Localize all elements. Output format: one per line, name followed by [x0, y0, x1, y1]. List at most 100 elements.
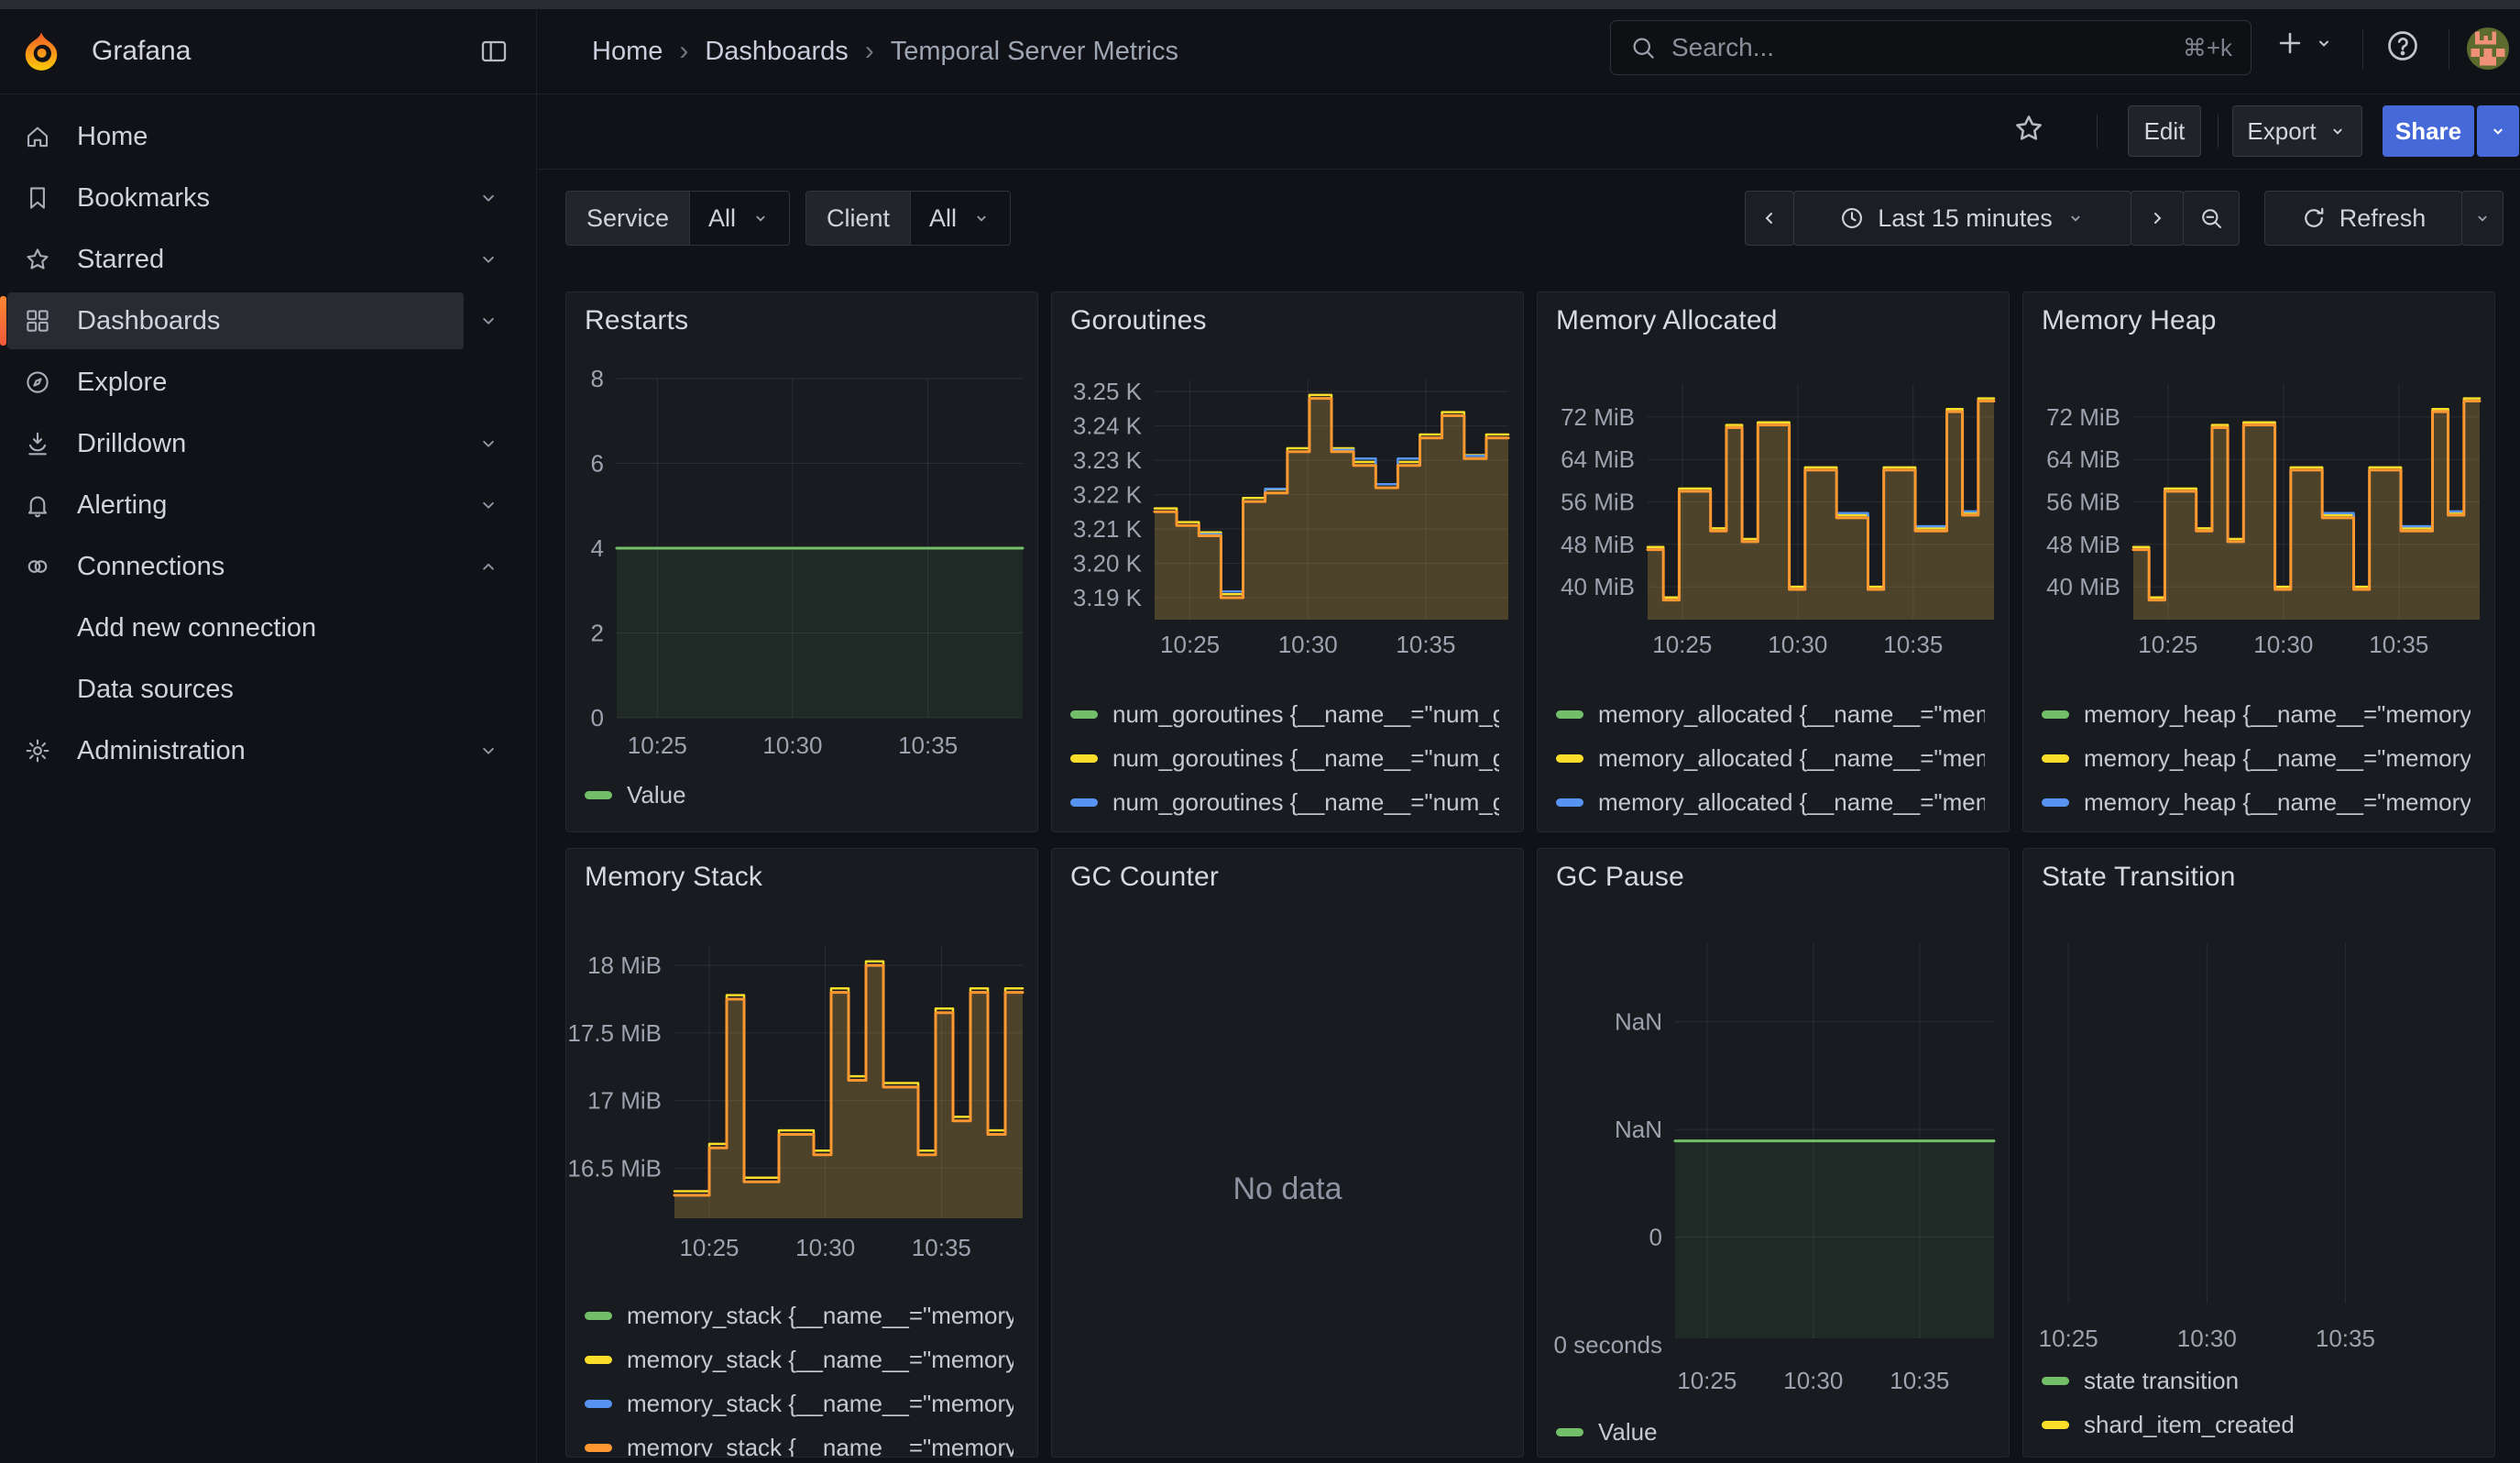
sidebar-item-explore[interactable]: Explore — [7, 354, 513, 411]
breadcrumb-home[interactable]: Home — [592, 37, 663, 67]
new-menu-button[interactable] — [2274, 28, 2335, 59]
legend-item[interactable]: num_goroutines {__name__="num_goroutines… — [1070, 692, 1499, 736]
legend-series-label: shard_item_created — [2084, 1411, 2295, 1439]
breadcrumb: Home › Dashboards › Temporal Server Metr… — [592, 9, 1178, 94]
sidebar-item-add-new-connection[interactable]: Add new connection — [7, 600, 513, 656]
sidebar-item-starred[interactable]: Starred — [7, 231, 513, 288]
favorite-star-icon[interactable] — [2012, 112, 2045, 145]
panel-title[interactable]: GC Counter — [1070, 862, 1219, 893]
legend-item[interactable]: memory_allocated {__name__="memory_alloc… — [1556, 780, 1985, 824]
legend-item[interactable]: memory_allocated {__name__="memory_alloc… — [1556, 736, 1985, 780]
legend-item[interactable]: memory_heap {__name__="memory_heap", se — [2042, 736, 2471, 780]
sidebar-item-drilldown[interactable]: Drilldown — [7, 415, 513, 472]
legend-item[interactable]: memory_stack {__name__="memory_stack", s — [585, 1425, 1013, 1457]
brand-title: Grafana — [92, 36, 191, 67]
sidebar-link[interactable]: Administration — [7, 722, 464, 779]
sidebar-item-connections[interactable]: Connections — [7, 538, 513, 595]
search-input[interactable]: Search... ⌘+k — [1610, 20, 2252, 75]
chevron-down-icon[interactable] — [464, 170, 513, 226]
legend-series-marker — [585, 1312, 612, 1320]
sidebar-item-dashboards[interactable]: Dashboards — [7, 292, 513, 349]
sidebar-divider — [536, 9, 537, 1463]
zoom-out-button[interactable] — [2183, 191, 2240, 246]
sidebar-item-label: Bookmarks — [77, 183, 210, 214]
legend-item[interactable]: memory_heap {__name__="memory_heap", se — [2042, 780, 2471, 824]
brand-area: Grafana — [0, 9, 536, 94]
client-filter-value[interactable]: All — [910, 192, 1010, 245]
service-filter[interactable]: Service All — [565, 191, 790, 246]
restarts-chart[interactable]: 8642010:2510:3010:35 — [566, 292, 1038, 832]
svg-text:17.5 MiB: 17.5 MiB — [567, 1019, 662, 1047]
chevron-down-icon[interactable] — [464, 415, 513, 472]
export-button[interactable]: Export — [2232, 105, 2362, 157]
chevron-down-icon[interactable] — [464, 231, 513, 288]
breadcrumb-dashboards[interactable]: Dashboards — [705, 37, 848, 67]
user-avatar[interactable] — [2467, 28, 2509, 70]
chevron-down-icon[interactable] — [464, 477, 513, 534]
share-button[interactable]: Share — [2383, 105, 2474, 157]
client-filter[interactable]: Client All — [805, 191, 1011, 246]
svg-text:10:25: 10:25 — [1160, 631, 1220, 658]
grid-icon — [24, 307, 51, 335]
svg-text:6: 6 — [591, 450, 604, 478]
service-filter-value[interactable]: All — [689, 192, 789, 245]
legend-item[interactable]: num_goroutines {__name__="num_goroutines… — [1070, 780, 1499, 824]
sidebar-item-bookmarks[interactable]: Bookmarks — [7, 170, 513, 226]
svg-text:3.23 K: 3.23 K — [1073, 446, 1143, 474]
sidebar-link[interactable]: Add new connection — [7, 600, 513, 656]
sidebar-item-home[interactable]: Home — [7, 108, 513, 165]
edit-button[interactable]: Edit — [2128, 105, 2201, 157]
panel-gc-pause: GC PauseNaNNaN00 seconds10:2510:3010:35V… — [1537, 848, 2010, 1458]
legend-item[interactable]: state transition — [2042, 1358, 2471, 1402]
legend-item[interactable]: memory_heap {__name__="memory_heap", se — [2042, 692, 2471, 736]
sidebar-link[interactable]: Explore — [7, 354, 513, 411]
share-menu-button[interactable] — [2477, 105, 2519, 157]
time-range-picker[interactable]: Last 15 minutes — [1793, 191, 2131, 246]
breadcrumb-separator: › — [865, 36, 874, 67]
sidebar-link[interactable]: Alerting — [7, 477, 464, 534]
refresh-interval-button[interactable] — [2461, 191, 2504, 246]
legend-item[interactable]: memory_stack {__name__="memory_stack", s — [585, 1337, 1013, 1381]
divider — [2218, 115, 2219, 148]
dock-menu-icon[interactable] — [478, 37, 509, 66]
sidebar-item-label: Alerting — [77, 490, 167, 521]
time-shift-back-button[interactable] — [1745, 191, 1794, 246]
legend-item[interactable]: Value — [585, 773, 1013, 817]
sidebar-link[interactable]: Data sources — [7, 661, 513, 718]
sidebar-item-data-sources[interactable]: Data sources — [7, 661, 513, 718]
sidebar-link[interactable]: Bookmarks — [7, 170, 464, 226]
zoom-out-icon — [2198, 205, 2224, 231]
gc-pause-chart[interactable]: NaNNaN00 seconds10:2510:3010:35 — [1538, 849, 2010, 1458]
legend-series-label: memory_heap {__name__="memory_heap", se — [2084, 700, 2471, 729]
sidebar-link[interactable]: Connections — [7, 538, 464, 595]
svg-text:64 MiB: 64 MiB — [2046, 446, 2120, 473]
legend-item[interactable]: shard_item_created — [2042, 1402, 2471, 1446]
svg-text:10:30: 10:30 — [1278, 631, 1338, 658]
sidebar-item-administration[interactable]: Administration — [7, 722, 513, 779]
legend-item[interactable]: memory_stack {__name__="memory_stack", s — [585, 1381, 1013, 1425]
refresh-button[interactable]: Refresh — [2264, 191, 2462, 246]
chevron-up-icon[interactable] — [464, 538, 513, 595]
legend-item[interactable]: memory_allocated {__name__="memory_alloc… — [1556, 824, 1985, 832]
chevron-down-icon[interactable] — [464, 292, 513, 349]
grafana-logo-icon[interactable] — [20, 30, 62, 72]
legend-item[interactable]: Value — [1556, 1410, 1985, 1454]
bell-icon — [24, 491, 51, 519]
sidebar-link[interactable]: Starred — [7, 231, 464, 288]
legend-item[interactable]: memory_stack {__name__="memory_stack", s — [585, 1293, 1013, 1337]
sidebar-item-alerting[interactable]: Alerting — [7, 477, 513, 534]
chevron-down-icon[interactable] — [464, 722, 513, 779]
sidebar-link[interactable]: Home — [7, 108, 513, 165]
panel-legend: Value — [585, 773, 1013, 828]
sidebar-link[interactable]: Drilldown — [7, 415, 464, 472]
legend-item[interactable]: memory_heap {__name__="memory_heap", se — [2042, 824, 2471, 832]
help-button[interactable] — [2384, 28, 2421, 64]
legend-item[interactable]: num_goroutines {__name__="num_goroutines… — [1070, 824, 1499, 832]
legend-series-marker — [1556, 1428, 1583, 1436]
legend-item[interactable]: num_goroutines {__name__="num_goroutines… — [1070, 736, 1499, 780]
legend-series-label: num_goroutines {__name__="num_goroutines… — [1112, 832, 1499, 833]
time-shift-forward-button[interactable] — [2131, 191, 2184, 246]
sidebar-link[interactable]: Dashboards — [7, 292, 464, 349]
legend-item[interactable]: memory_allocated {__name__="memory_alloc… — [1556, 692, 1985, 736]
legend-series-marker — [585, 1444, 612, 1452]
